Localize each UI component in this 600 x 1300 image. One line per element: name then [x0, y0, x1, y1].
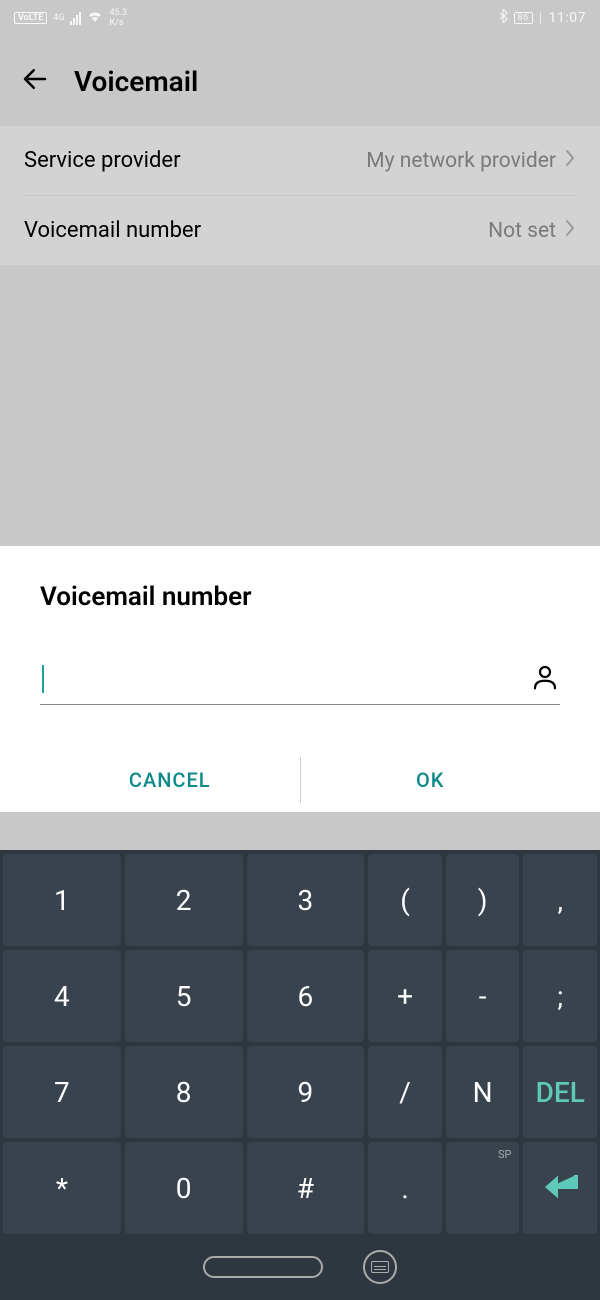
dialog-title: Voicemail number: [40, 582, 560, 612]
key-minus[interactable]: -: [446, 950, 520, 1042]
key-7[interactable]: 7: [3, 1046, 121, 1138]
key-slash[interactable]: /: [368, 1046, 442, 1138]
key-1[interactable]: 1: [3, 854, 121, 946]
voicemail-number-dialog: Voicemail number CANCEL OK: [0, 546, 600, 815]
setting-value: Not set: [488, 219, 556, 243]
key-5[interactable]: 5: [125, 950, 243, 1042]
key-hash[interactable]: #: [247, 1142, 365, 1234]
voicemail-number-input[interactable]: [44, 663, 530, 695]
app-bar: Voicemail: [0, 36, 600, 126]
key-0[interactable]: 0: [125, 1142, 243, 1234]
key-paren-open[interactable]: (: [368, 854, 442, 946]
key-plus[interactable]: +: [368, 950, 442, 1042]
key-9[interactable]: 9: [247, 1046, 365, 1138]
setting-label: Voicemail number: [24, 218, 201, 243]
status-right: 86 | 11:07: [498, 9, 586, 27]
dialog-buttons: CANCEL OK: [40, 745, 560, 815]
voicemail-number-input-row[interactable]: [40, 662, 560, 705]
battery-icon: 86: [514, 12, 533, 24]
keyboard-switch-icon[interactable]: [363, 1250, 397, 1284]
key-3[interactable]: 3: [247, 854, 365, 946]
key-semicolon[interactable]: ;: [523, 950, 597, 1042]
key-n[interactable]: N: [446, 1046, 520, 1138]
cancel-button[interactable]: CANCEL: [40, 745, 300, 815]
key-8[interactable]: 8: [125, 1046, 243, 1138]
key-6[interactable]: 6: [247, 950, 365, 1042]
status-left: VoLTE 4G 45.3K/s: [14, 8, 127, 28]
home-pill[interactable]: [203, 1256, 323, 1278]
back-icon[interactable]: [20, 64, 50, 98]
keyboard-gap: [0, 812, 600, 850]
bluetooth-icon: [498, 9, 508, 27]
contact-picker-icon[interactable]: [530, 662, 560, 696]
key-period[interactable]: .: [368, 1142, 442, 1234]
ok-button[interactable]: OK: [301, 745, 561, 815]
key-space[interactable]: SP: [446, 1142, 520, 1234]
key-4[interactable]: 4: [3, 950, 121, 1042]
key-paren-close[interactable]: ): [446, 854, 520, 946]
numeric-keyboard: 1 2 3 ( ) , 4 5 6 + - ; 7 8 9 / N DEL * …: [0, 850, 600, 1300]
network-speed: 45.3K/s: [109, 8, 127, 28]
nav-bar: [3, 1238, 597, 1296]
network-gen: 4G: [53, 13, 64, 23]
key-delete[interactable]: DEL: [523, 1046, 597, 1138]
key-2[interactable]: 2: [125, 854, 243, 946]
chevron-right-icon: [564, 149, 576, 173]
volte-badge: VoLTE: [14, 12, 47, 24]
settings-list: Service provider My network provider Voi…: [0, 126, 600, 265]
setting-value: My network provider: [366, 149, 556, 173]
setting-voicemail-number[interactable]: Voicemail number Not set: [24, 195, 576, 265]
setting-service-provider[interactable]: Service provider My network provider: [0, 126, 600, 195]
wifi-icon: [87, 10, 103, 26]
key-enter[interactable]: [523, 1142, 597, 1234]
page-title: Voicemail: [74, 65, 198, 98]
chevron-right-icon: [564, 219, 576, 243]
status-bar: VoLTE 4G 45.3K/s 86 | 11:07: [0, 0, 600, 36]
key-comma[interactable]: ,: [523, 854, 597, 946]
enter-icon: [540, 1171, 580, 1206]
clock: 11:07: [549, 10, 586, 26]
signal-icon: [70, 12, 81, 25]
setting-label: Service provider: [24, 148, 181, 173]
key-star[interactable]: *: [3, 1142, 121, 1234]
